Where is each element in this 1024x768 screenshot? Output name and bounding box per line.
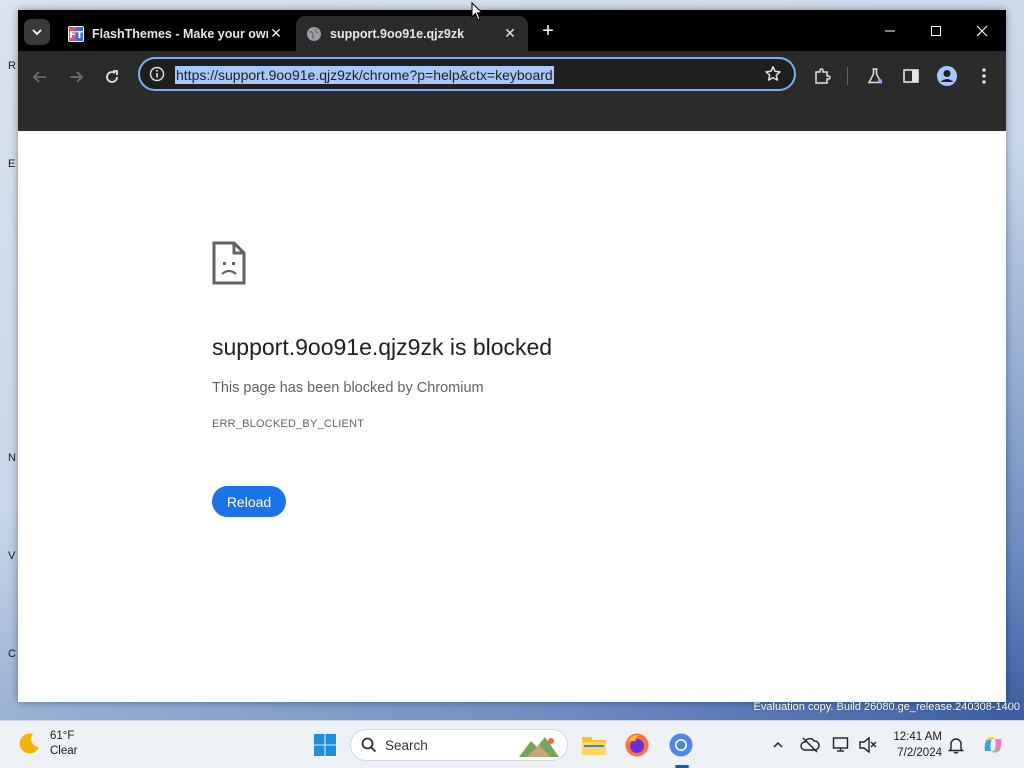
puzzle-icon [815, 68, 831, 84]
taskbar: 61°F Clear Search 12:41 AM 7/2/2024 [0, 720, 1024, 768]
network-monitor-icon [832, 737, 849, 752]
error-code: ERR_BLOCKED_BY_CLIENT [212, 418, 365, 430]
close-window-button[interactable] [959, 18, 1005, 44]
error-title: support.9oo91e.qjz9zk is blocked [212, 334, 553, 360]
flask-icon [867, 68, 883, 84]
tab-strip: FT FlashThemes - Make your own ✕ support… [18, 10, 1006, 51]
minimize-icon [885, 30, 895, 32]
error-message: This page has been blocked by Chromium [212, 380, 484, 396]
chromium-button[interactable] [666, 730, 696, 760]
firefox-button[interactable] [622, 730, 652, 760]
sad-page-icon [212, 241, 246, 285]
folder-icon [582, 737, 606, 755]
volume-button[interactable] [858, 735, 878, 755]
notifications-button[interactable] [946, 735, 966, 755]
mouse-cursor-icon [471, 2, 483, 21]
address-bar[interactable]: https://support.9oo91e.qjz9zk/chrome?p=h… [138, 57, 796, 91]
windows-logo-icon [314, 734, 336, 756]
search-highlight-image-icon [519, 737, 559, 757]
chevron-up-icon [773, 741, 783, 748]
tab-flashthemes[interactable]: FT FlashThemes - Make your own ✕ [58, 16, 294, 51]
show-hidden-icons-button[interactable] [768, 735, 788, 755]
close-tab-icon[interactable]: ✕ [502, 25, 518, 42]
firefox-icon [625, 733, 649, 757]
clock-date: 7/2/2024 [897, 747, 942, 759]
copilot-icon [984, 737, 1002, 753]
minimize-button[interactable] [867, 18, 913, 44]
tab-support[interactable]: support.9oo91e.qjz9zk ✕ [296, 16, 528, 51]
desktop-icon-label: E [8, 158, 16, 170]
maximize-icon [931, 26, 941, 36]
new-tab-button[interactable]: + [538, 20, 558, 42]
moon-icon [19, 733, 39, 754]
svg-text:FT: FT [69, 30, 83, 41]
side-panel-button[interactable] [898, 63, 924, 89]
close-icon [976, 25, 988, 37]
weather-widget[interactable]: 61°F Clear [16, 729, 77, 759]
chromium-icon [669, 733, 693, 757]
arrow-left-icon [32, 71, 46, 83]
more-vertical-icon [982, 68, 986, 84]
cloud-offline-icon [800, 737, 820, 753]
toolbar-separator [847, 67, 848, 85]
desktop-icon-label: V [8, 550, 16, 562]
address-url-text[interactable]: https://support.9oo91e.qjz9zk/chrome?p=h… [175, 66, 554, 84]
taskbar-clock[interactable]: 12:41 AM 7/2/2024 [884, 729, 942, 761]
weather-condition: Clear [50, 745, 78, 757]
side-panel-icon [903, 69, 919, 83]
desktop-icon-label: R [8, 60, 16, 72]
maximize-button[interactable] [913, 18, 959, 44]
chevron-down-icon [32, 29, 42, 36]
page-content: support.9oo91e.qjz9zk is blocked This pa… [18, 131, 1006, 702]
onedrive-button[interactable] [800, 735, 820, 755]
extensions-button[interactable] [809, 63, 835, 89]
speaker-muted-icon [859, 736, 877, 754]
labs-button[interactable] [862, 63, 888, 89]
bookmark-star-icon[interactable] [764, 65, 782, 83]
tab-title: support.9oo91e.qjz9zk [330, 26, 465, 41]
forward-button[interactable] [62, 63, 90, 91]
evaluation-watermark: Evaluation copy. Build 26080.ge_release.… [753, 701, 1020, 713]
search-icon [361, 737, 377, 753]
search-label: Search [385, 737, 428, 753]
clock-time: 12:41 AM [893, 731, 942, 743]
browser-window: FT FlashThemes - Make your own ✕ support… [18, 10, 1006, 702]
arrow-right-icon [70, 71, 84, 83]
taskbar-search[interactable]: Search [350, 729, 568, 761]
avatar-icon [937, 66, 957, 86]
tab-title: FlashThemes - Make your own [92, 26, 268, 41]
profile-button[interactable] [934, 63, 960, 89]
file-explorer-button[interactable] [579, 730, 609, 760]
globe-icon [307, 26, 321, 41]
menu-button[interactable] [971, 63, 997, 89]
start-button[interactable] [310, 730, 340, 760]
tab-search-button[interactable] [24, 19, 50, 45]
reload-browser-button[interactable] [98, 63, 126, 91]
browser-toolbar: https://support.9oo91e.qjz9zk/chrome?p=h… [18, 51, 1006, 131]
bell-icon [948, 738, 964, 754]
desktop-icon-label: C [8, 648, 16, 660]
weather-temp: 61°F [50, 730, 75, 742]
close-tab-icon[interactable]: ✕ [268, 25, 284, 42]
reload-button[interactable]: Reload [212, 486, 286, 517]
copilot-button[interactable] [980, 732, 1006, 758]
info-icon[interactable] [149, 66, 165, 82]
network-button[interactable] [832, 735, 852, 755]
flashthemes-favicon-icon: FT [68, 25, 84, 42]
back-button[interactable] [26, 63, 54, 91]
refresh-icon [106, 70, 118, 83]
desktop-icon-label: N [8, 452, 16, 464]
